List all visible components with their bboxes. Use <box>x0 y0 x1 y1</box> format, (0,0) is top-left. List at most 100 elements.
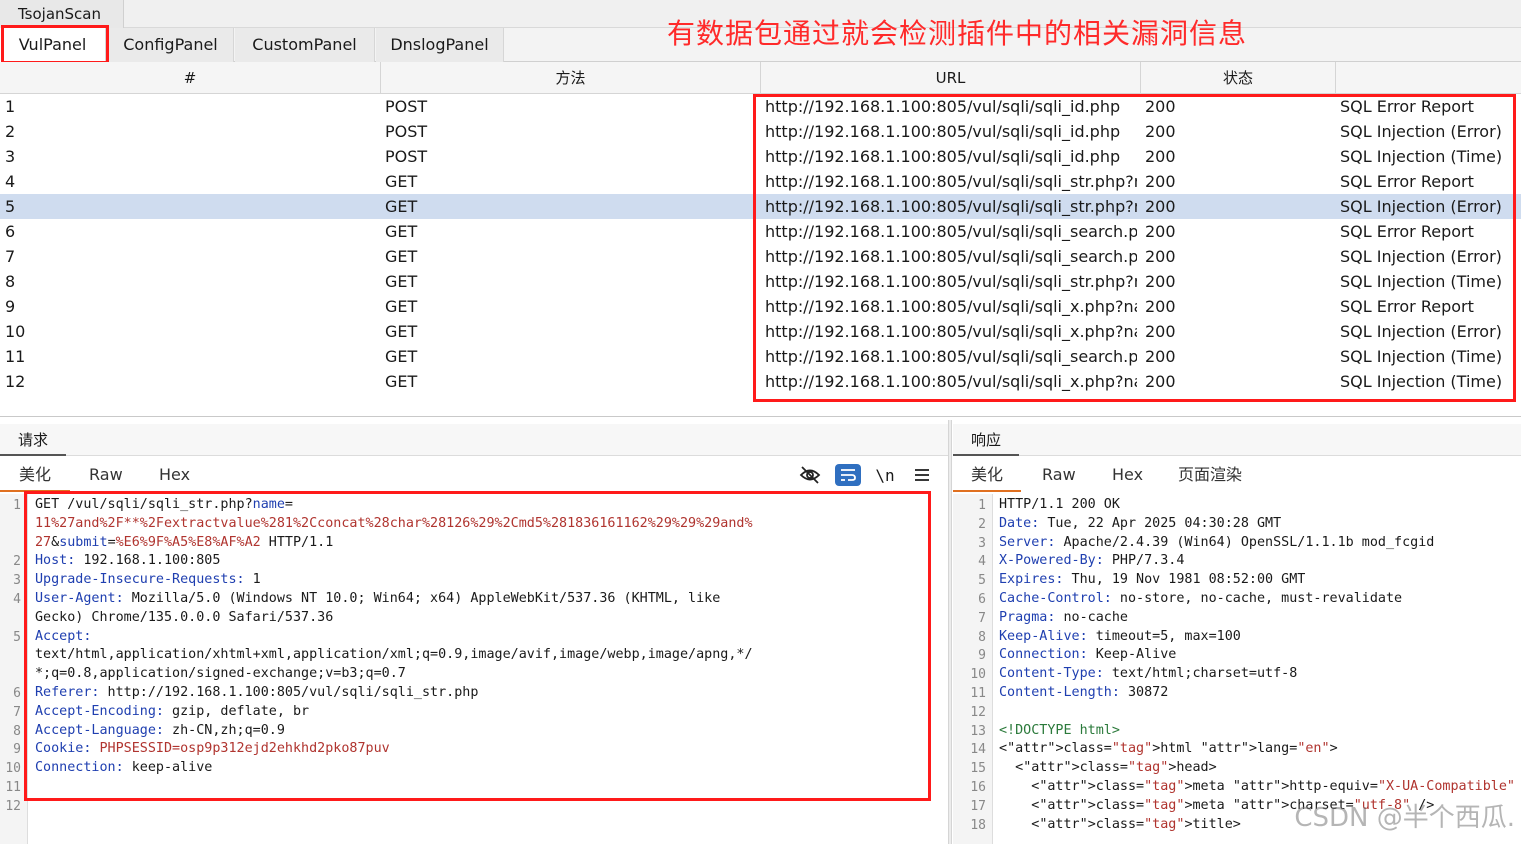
column-header-issue[interactable] <box>1336 62 1521 94</box>
cell-method: GET <box>385 347 418 366</box>
cell-status: 200 <box>1145 297 1176 316</box>
cell-status: 200 <box>1145 247 1176 266</box>
cell-issue: SQL Injection (Time) <box>1340 272 1503 291</box>
cell-issue: SQL Error Report <box>1340 97 1474 116</box>
cell-url: http://192.168.1.100:805/vul/sqli/sqli_s… <box>765 347 1137 366</box>
code-line: Keep-Alive: timeout=5, max=100 <box>999 628 1241 644</box>
tab-configpanel[interactable]: ConfigPanel <box>108 28 234 62</box>
extension-tab-tsojanscan[interactable]: TsojanScan <box>0 0 124 28</box>
cell-method: GET <box>385 222 418 241</box>
table-row[interactable]: 9 GET http://192.168.1.100:805/vul/sqli/sq… <box>0 294 1521 319</box>
tab-dnslogpanel[interactable]: DnslogPanel <box>376 28 504 62</box>
eye-slash-icon[interactable] <box>797 464 823 486</box>
menu-icon[interactable] <box>909 464 935 486</box>
table-row[interactable]: 11 GET http://192.168.1.100:805/vul/sqli/s… <box>0 344 1521 369</box>
table-row[interactable]: 3 POST http://192.168.1.100:805/vul/sqli/s… <box>0 144 1521 169</box>
code-line: Accept-Language: zh-CN,zh;q=0.9 <box>35 722 285 738</box>
cell-url: http://192.168.1.100:805/vul/sqli/sqli_s… <box>765 172 1137 191</box>
code-line: Referer: http://192.168.1.100:805/vul/sq… <box>35 684 479 700</box>
code-line: <!DOCTYPE html> <box>999 722 1120 738</box>
request-editor[interactable]: GET /vul/sqli/sqli_str.php?name= 11%27and… <box>35 496 940 816</box>
cell-method: POST <box>385 97 428 116</box>
code-line: Cookie: PHPSESSID=osp9p312ejd2ehkhd2pko8… <box>35 741 390 757</box>
cell-issue: SQL Injection (Error) <box>1340 247 1502 266</box>
newline-icon[interactable]: \n <box>872 464 898 486</box>
cell-index: 5 <box>5 197 16 216</box>
response-tab-render[interactable]: 页面渲染 <box>1178 458 1242 492</box>
line-number: 11 <box>970 686 986 701</box>
table-row[interactable]: 6 GET http://192.168.1.100:805/vul/sqli/sq… <box>0 219 1521 244</box>
request-tab-pretty[interactable]: 美化 <box>0 458 70 492</box>
cell-method: POST <box>385 147 428 166</box>
cell-index: 11 <box>5 347 26 366</box>
response-tab-hex[interactable]: Hex <box>1112 458 1143 492</box>
line-number: 16 <box>970 780 986 795</box>
tab-vulpanel[interactable]: VulPanel <box>0 28 106 62</box>
line-number: 10 <box>5 761 21 777</box>
code-line: text/html,application/xhtml+xml,applicat… <box>35 647 753 663</box>
line-number: 8 <box>13 723 21 739</box>
response-tab-pretty[interactable]: 美化 <box>953 458 1021 492</box>
cell-status: 200 <box>1145 372 1176 391</box>
cell-status: 200 <box>1145 172 1176 191</box>
cell-status: 200 <box>1145 272 1176 291</box>
line-number: 4 <box>13 592 21 607</box>
annotation-text: 有数据包通过就会检测插件中的相关漏洞信息 <box>667 17 1248 50</box>
cell-url: http://192.168.1.100:805/vul/sqli/sqli_x… <box>765 297 1137 316</box>
line-number: 12 <box>970 704 986 720</box>
cell-url: http://192.168.1.100:805/vul/sqli/sqli_s… <box>765 272 1137 291</box>
line-number: 3 <box>13 573 21 589</box>
table-row[interactable]: 10 GET http://192.168.1.100:805/vul/sqli/s… <box>0 319 1521 344</box>
code-line: Content-Length: 30872 <box>999 684 1169 700</box>
response-tab-raw[interactable]: Raw <box>1042 458 1076 492</box>
line-number: 5 <box>978 573 986 589</box>
cell-issue: SQL Injection (Time) <box>1340 372 1503 391</box>
line-number: 7 <box>978 610 986 626</box>
column-header-status[interactable]: 状态 <box>1141 62 1336 94</box>
line-number: 14 <box>970 742 986 758</box>
response-pane-header: 响应 <box>953 424 1521 456</box>
column-header-method[interactable]: 方法 <box>381 62 761 94</box>
cell-index: 1 <box>5 97 16 116</box>
cell-status: 200 <box>1145 222 1176 241</box>
code-line: Connection: keep-alive <box>35 760 213 776</box>
code-line: Gecko) Chrome/135.0.0.0 Safari/537.36 <box>35 609 334 625</box>
cell-url: http://192.168.1.100:805/vul/sqli/sqli_s… <box>765 222 1137 241</box>
column-header-url[interactable]: URL <box>761 62 1141 94</box>
tab-custompanel[interactable]: CustomPanel <box>235 28 375 62</box>
results-table: # 方法 URL 状态 1 POST http://192.168.1.100:80… <box>0 62 1521 417</box>
code-line: <"attr">class="tag">head> <box>999 760 1217 776</box>
code-line: <"attr">class="tag">html "attr">lang="en… <box>999 741 1338 757</box>
cell-method: POST <box>385 122 428 141</box>
cell-url: http://192.168.1.100:805/vul/sqli/sqli_s… <box>765 247 1137 266</box>
table-row[interactable]: 2 POST http://192.168.1.100:805/vul/sqli/s… <box>0 119 1521 144</box>
table-row[interactable]: 7 GET http://192.168.1.100:805/vul/sqli/sq… <box>0 244 1521 269</box>
cell-method: GET <box>385 372 418 391</box>
cell-url: http://192.168.1.100:805/vul/sqli/sqli_i… <box>765 147 1121 166</box>
code-line: 27&submit=%E6%9F%A5%E8%AF%A2 HTTP/1.1 <box>35 534 334 550</box>
line-number: 9 <box>978 648 986 664</box>
line-number: 3 <box>978 535 986 551</box>
table-row[interactable]: 12 GET http://192.168.1.100:805/vul/sqli/s… <box>0 369 1521 394</box>
code-line: Server: Apache/2.4.39 (Win64) OpenSSL/1.… <box>999 534 1435 550</box>
request-tab-raw[interactable]: Raw <box>89 458 123 492</box>
table-header: # 方法 URL 状态 <box>0 62 1521 94</box>
cell-status: 200 <box>1145 197 1176 216</box>
column-header-index[interactable]: # <box>0 62 381 94</box>
table-row[interactable]: 8 GET http://192.168.1.100:805/vul/sqli/sq… <box>0 269 1521 294</box>
response-view-tabs: 美化 Raw Hex 页面渲染 <box>953 458 1521 492</box>
line-number: 11 <box>5 780 21 795</box>
table-row[interactable]: 1 POST http://192.168.1.100:805/vul/sqli/s… <box>0 94 1521 119</box>
wrap-icon[interactable] <box>835 464 861 486</box>
response-editor[interactable]: HTTP/1.1 200 OK Date: Tue, 22 Apr 2025 04… <box>999 496 1521 844</box>
line-number: 12 <box>5 798 21 814</box>
table-row[interactable]: 5 GET http://192.168.1.100:805/vul/sqli/sq… <box>0 194 1521 219</box>
cell-status: 200 <box>1145 122 1176 141</box>
pane-splitter[interactable] <box>948 420 952 844</box>
code-line: Connection: Keep-Alive <box>999 647 1177 663</box>
request-tab-hex[interactable]: Hex <box>159 458 190 492</box>
code-line: *;q=0.8,application/signed-exchange;v=b3… <box>35 666 406 682</box>
table-row[interactable]: 4 GET http://192.168.1.100:805/vul/sqli/sq… <box>0 169 1521 194</box>
